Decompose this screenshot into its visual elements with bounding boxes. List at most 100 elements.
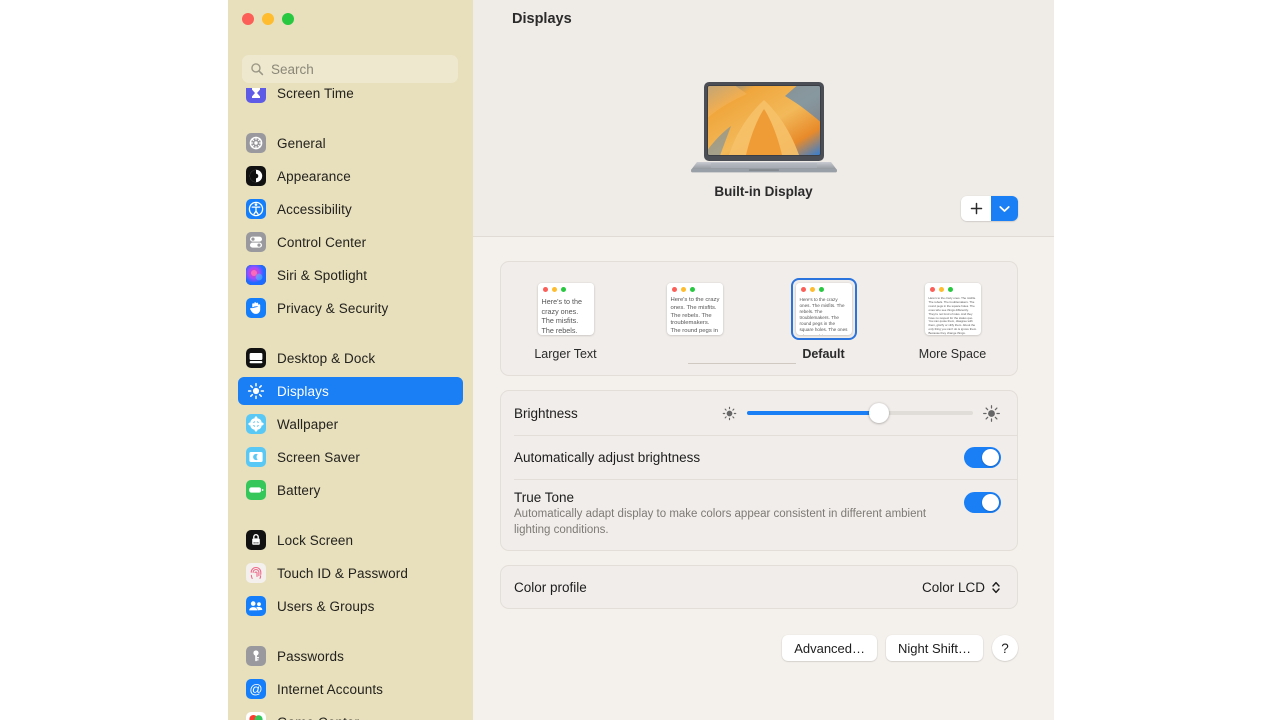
sidebar-item-lock-screen[interactable]: Lock Screen bbox=[238, 526, 463, 554]
sidebar-nav-scroll[interactable]: Screen Time General Appearance Accessibi… bbox=[228, 88, 473, 720]
brightness-control bbox=[721, 403, 1001, 423]
sidebar-item-label: Internet Accounts bbox=[277, 681, 384, 697]
lock-screen-icon bbox=[246, 530, 266, 550]
sidebar-item-label: Game Center bbox=[277, 715, 359, 720]
true-tone-toggle[interactable] bbox=[964, 492, 1001, 513]
advanced-button[interactable]: Advanced… bbox=[782, 635, 878, 662]
auto-brightness-toggle[interactable] bbox=[964, 446, 1001, 468]
sidebar-item-label: Touch ID & Password bbox=[277, 565, 408, 581]
night-shift-button[interactable]: Night Shift… bbox=[886, 635, 983, 662]
sidebar-item-label: Battery bbox=[277, 482, 321, 498]
color-profile-value: Color LCD bbox=[921, 579, 985, 595]
thumbnail-traffic-lights bbox=[666, 283, 723, 296]
brightness-slider[interactable] bbox=[747, 403, 973, 423]
main-body: Here's to the crazy ones. The misfits. T… bbox=[473, 237, 1054, 662]
resolution-thumb-wrap: Here's to the crazy ones. The misfits. T… bbox=[662, 278, 728, 340]
resolution-option-label: Default bbox=[802, 347, 845, 361]
sidebar-item-displays[interactable]: Displays bbox=[238, 377, 463, 405]
displays-icon bbox=[246, 381, 266, 401]
sidebar-item-label: Users & Groups bbox=[277, 598, 375, 614]
sidebar-item-desktop-dock[interactable]: Desktop & Dock bbox=[238, 344, 463, 372]
main-header: Displays Built-in Display bbox=[473, 0, 1054, 237]
search-input[interactable] bbox=[271, 61, 450, 77]
minimize-window-button[interactable] bbox=[262, 13, 274, 25]
plus-icon bbox=[970, 202, 982, 215]
siri-icon bbox=[246, 265, 266, 285]
sidebar-search[interactable] bbox=[242, 55, 458, 83]
resolution-thumb-wrap: Here's to the crazy ones. The misfits. T… bbox=[790, 278, 857, 340]
true-tone-row: True Tone Automatically adapt display to… bbox=[501, 479, 1017, 550]
close-window-button[interactable] bbox=[242, 13, 254, 25]
sidebar-item-general[interactable]: General bbox=[238, 129, 463, 157]
color-profile-row: Color profile Color LCD bbox=[501, 566, 1017, 608]
color-profile-popup-button[interactable]: Color LCD bbox=[922, 580, 1001, 595]
nav-group-4: Passwords @ Internet Accounts Game Cente… bbox=[228, 642, 473, 720]
sidebar-item-label: Screen Saver bbox=[277, 449, 360, 465]
screen-time-icon bbox=[246, 88, 266, 103]
privacy-icon bbox=[246, 298, 266, 318]
sidebar-item-battery[interactable]: Battery bbox=[238, 476, 463, 504]
thumbnail-traffic-lights bbox=[795, 283, 852, 296]
sidebar-item-screen-time[interactable]: Screen Time bbox=[238, 88, 463, 107]
accessibility-icon bbox=[246, 199, 266, 219]
game-center-icon bbox=[246, 712, 266, 720]
true-tone-text: True Tone Automatically adapt display to… bbox=[514, 490, 964, 538]
brightness-card: Brightness Automatically adjust brightne… bbox=[500, 390, 1018, 552]
resolution-option-default[interactable]: Here's to the crazy ones. The misfits. T… bbox=[764, 278, 884, 361]
sidebar-item-users-groups[interactable]: Users & Groups bbox=[238, 592, 463, 620]
touch-id-icon bbox=[246, 563, 266, 583]
thumbnail-text: Here's to the crazy ones. The misfits. T… bbox=[670, 297, 720, 335]
brightness-high-icon bbox=[983, 404, 1000, 422]
sidebar-item-control-center[interactable]: Control Center bbox=[238, 228, 463, 256]
nav-group-3: Lock Screen Touch ID & Password Users & … bbox=[228, 526, 473, 620]
sidebar-item-passwords[interactable]: Passwords bbox=[238, 642, 463, 670]
add-display-dropdown-button[interactable] bbox=[991, 196, 1018, 221]
resolution-thumb-wrap: Here's to the crazy ones. The misfits. T… bbox=[533, 278, 599, 340]
color-profile-card: Color profile Color LCD bbox=[500, 565, 1018, 610]
auto-brightness-label: Automatically adjust brightness bbox=[514, 449, 701, 465]
sidebar-item-privacy-security[interactable]: Privacy & Security bbox=[238, 294, 463, 322]
resolution-option-label: More Space bbox=[918, 347, 987, 361]
maximize-window-button[interactable] bbox=[282, 13, 294, 25]
sidebar-item-wallpaper[interactable]: Wallpaper bbox=[238, 410, 463, 438]
add-display-button[interactable] bbox=[961, 196, 991, 221]
chevron-down-icon bbox=[999, 205, 1010, 212]
sidebar-item-touch-id[interactable]: Touch ID & Password bbox=[238, 559, 463, 587]
resolution-option-larger-text[interactable]: Here's to the crazy ones. The misfits. T… bbox=[506, 278, 626, 361]
sidebar-item-label: Appearance bbox=[277, 168, 351, 184]
sidebar-item-screen-saver[interactable]: Screen Saver bbox=[238, 443, 463, 471]
sidebar-item-appearance[interactable]: Appearance bbox=[238, 162, 463, 190]
sidebar-item-internet-accounts[interactable]: @ Internet Accounts bbox=[238, 675, 463, 703]
sidebar-nav-list: Screen Time General Appearance Accessibi… bbox=[228, 88, 473, 720]
sidebar-item-label: Siri & Spotlight bbox=[277, 267, 368, 283]
users-groups-icon bbox=[246, 596, 266, 616]
macbook-illustration bbox=[690, 82, 837, 173]
sidebar-item-label: Wallpaper bbox=[277, 416, 339, 432]
system-settings-window: Screen Time General bbox=[228, 0, 1054, 720]
nav-group-1: General Appearance Accessibility Control… bbox=[228, 129, 473, 322]
brightness-low-icon bbox=[722, 406, 737, 420]
thumbnail-text: Here's to the crazy ones. The misfits. T… bbox=[799, 297, 848, 335]
nav-group-0: Screen Time bbox=[228, 88, 473, 107]
help-button[interactable]: ? bbox=[992, 635, 1018, 662]
general-icon bbox=[246, 133, 266, 153]
resolution-card: Here's to the crazy ones. The misfits. T… bbox=[500, 261, 1018, 376]
sidebar-item-label: Accessibility bbox=[277, 201, 352, 217]
page-title: Displays bbox=[512, 11, 572, 27]
resolution-option-more-space[interactable]: Here's to the crazy ones. The misfits. T… bbox=[893, 278, 1013, 361]
slider-fill bbox=[747, 411, 879, 415]
sidebar-item-accessibility[interactable]: Accessibility bbox=[238, 195, 463, 223]
sidebar-item-game-center[interactable]: Game Center bbox=[238, 708, 463, 720]
resolution-option-2[interactable]: Here's to the crazy ones. The misfits. T… bbox=[635, 278, 755, 347]
sidebar-item-siri-spotlight[interactable]: Siri & Spotlight bbox=[238, 261, 463, 289]
true-tone-label: True Tone bbox=[514, 490, 575, 505]
resolution-track-line bbox=[688, 363, 796, 364]
up-down-chevron-icon bbox=[992, 581, 1000, 593]
color-profile-label: Color profile bbox=[514, 579, 587, 595]
sidebar-item-label: Passwords bbox=[277, 648, 344, 664]
slider-thumb[interactable] bbox=[868, 403, 889, 423]
sidebar-item-label: Control Center bbox=[277, 234, 367, 250]
